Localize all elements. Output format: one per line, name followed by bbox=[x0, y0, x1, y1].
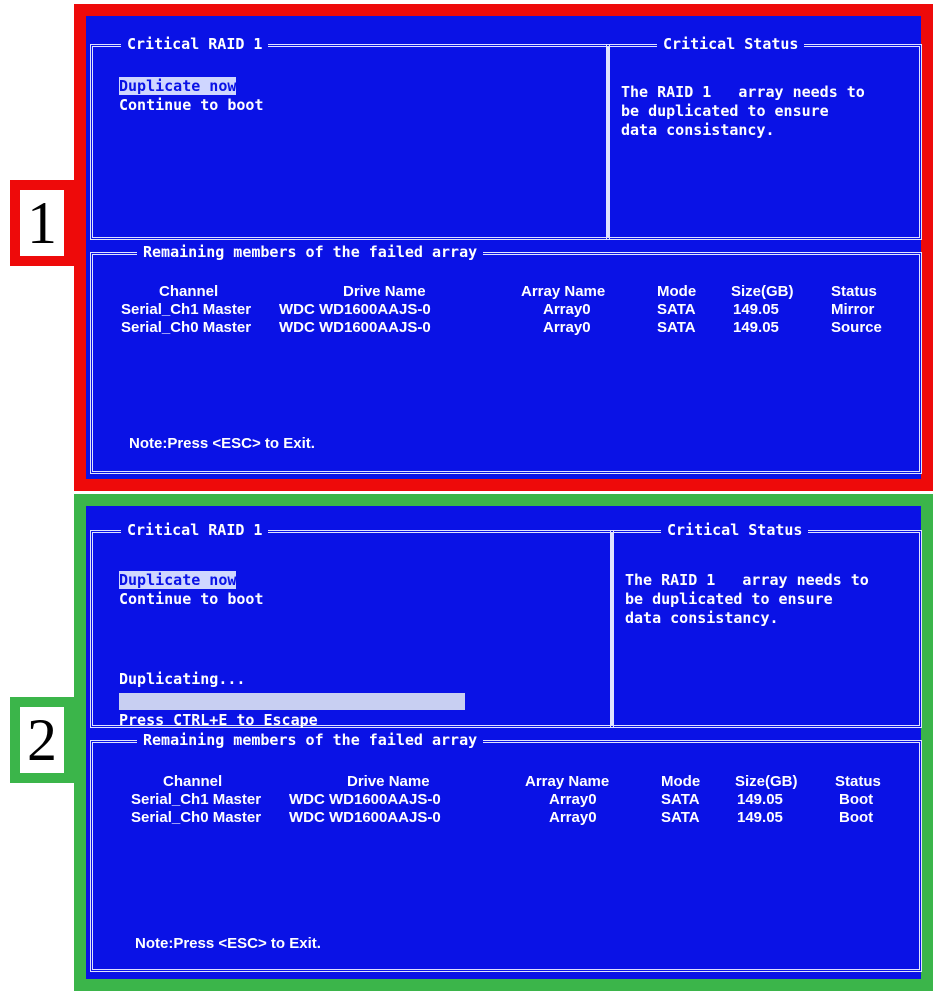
cell-array: Array0 bbox=[543, 301, 591, 318]
duplication-progress-bar bbox=[119, 693, 465, 710]
step-1-badge: 1 bbox=[10, 180, 74, 266]
cell-mode: SATA bbox=[661, 809, 700, 826]
cell-mode: SATA bbox=[661, 791, 700, 808]
header-size: Size(GB) bbox=[731, 283, 794, 300]
step-2-badge: 2 bbox=[10, 697, 74, 783]
cell-array: Array0 bbox=[549, 791, 597, 808]
header-status: Status bbox=[831, 283, 877, 300]
cell-drive: WDC WD1600AAJS-0 bbox=[289, 809, 441, 826]
menu-box-title: Critical RAID 1 bbox=[121, 35, 269, 53]
menu-item-continue-to-boot[interactable]: Continue to boot bbox=[119, 96, 264, 115]
screen-1-critical-raid: Critical RAID 1 Duplicate now Continue t… bbox=[74, 4, 933, 491]
menu-item-continue-to-boot[interactable]: Continue to boot bbox=[119, 590, 264, 609]
header-drive-name: Drive Name bbox=[347, 773, 430, 790]
status-box-title: Critical Status bbox=[657, 35, 805, 53]
cell-drive: WDC WD1600AAJS-0 bbox=[289, 791, 441, 808]
menu-box-title: Critical RAID 1 bbox=[121, 521, 269, 539]
members-box-title: Remaining members of the failed array bbox=[137, 731, 484, 749]
cell-size: 149.05 bbox=[737, 791, 783, 808]
header-array-name: Array Name bbox=[521, 283, 606, 300]
cell-status: Boot bbox=[839, 809, 874, 826]
status-line-3: data consistancy. bbox=[621, 121, 775, 139]
status-line-1: The RAID 1 array needs to bbox=[625, 571, 869, 589]
step-2-label: 2 bbox=[27, 706, 57, 773]
header-drive-name: Drive Name bbox=[343, 283, 426, 300]
cell-size: 149.05 bbox=[733, 301, 779, 318]
status-box: Critical Status The RAID 1 array needs t… bbox=[610, 521, 922, 728]
exit-note: Note:Press <ESC> to Exit. bbox=[129, 435, 315, 452]
step-1-label: 1 bbox=[27, 189, 57, 256]
cell-mode: SATA bbox=[657, 319, 696, 336]
status-line-3: data consistancy. bbox=[625, 609, 779, 627]
cell-channel: Serial_Ch1 Master bbox=[131, 791, 262, 808]
cell-array: Array0 bbox=[549, 809, 597, 826]
status-box: Critical Status The RAID 1 array needs t… bbox=[606, 35, 922, 240]
cell-status: Source bbox=[831, 319, 882, 336]
cell-array: Array0 bbox=[543, 319, 591, 336]
header-channel: Channel bbox=[163, 773, 223, 790]
status-line-2: be duplicated to ensure bbox=[621, 102, 829, 120]
members-box: Remaining members of the failed array Ch… bbox=[90, 731, 922, 972]
header-status: Status bbox=[835, 773, 881, 790]
duplicating-label: Duplicating... bbox=[119, 670, 246, 688]
cell-status: Boot bbox=[839, 791, 874, 808]
status-line-1: The RAID 1 array needs to bbox=[621, 83, 865, 101]
cell-drive: WDC WD1600AAJS-0 bbox=[279, 301, 431, 318]
cell-size: 149.05 bbox=[737, 809, 783, 826]
cell-drive: WDC WD1600AAJS-0 bbox=[279, 319, 431, 336]
members-box-title: Remaining members of the failed array bbox=[137, 243, 484, 261]
cell-channel: Serial_Ch1 Master bbox=[121, 301, 252, 318]
status-line-2: be duplicated to ensure bbox=[625, 590, 833, 608]
cell-channel: Serial_Ch0 Master bbox=[121, 319, 252, 336]
header-mode: Mode bbox=[657, 283, 697, 300]
menu-box: Critical RAID 1 Duplicate now Continue t… bbox=[90, 35, 610, 240]
header-array-name: Array Name bbox=[525, 773, 610, 790]
header-mode: Mode bbox=[661, 773, 701, 790]
menu-box: Critical RAID 1 Duplicate now Continue t… bbox=[90, 521, 614, 729]
header-channel: Channel bbox=[159, 283, 219, 300]
exit-note: Note:Press <ESC> to Exit. bbox=[135, 935, 321, 952]
cell-size: 149.05 bbox=[733, 319, 779, 336]
cell-channel: Serial_Ch0 Master bbox=[131, 809, 262, 826]
menu-item-duplicate-now[interactable]: Duplicate now bbox=[119, 571, 237, 590]
header-size: Size(GB) bbox=[735, 773, 798, 790]
status-box-title: Critical Status bbox=[661, 521, 809, 539]
cell-mode: SATA bbox=[657, 301, 696, 318]
screen-2-duplicating: Critical RAID 1 Duplicate now Continue t… bbox=[74, 494, 933, 991]
escape-hint: Press CTRL+E to Escape bbox=[119, 711, 318, 729]
members-box: Remaining members of the failed array Ch… bbox=[90, 243, 922, 474]
cell-status: Mirror bbox=[831, 301, 875, 318]
menu-item-duplicate-now[interactable]: Duplicate now bbox=[119, 77, 237, 96]
